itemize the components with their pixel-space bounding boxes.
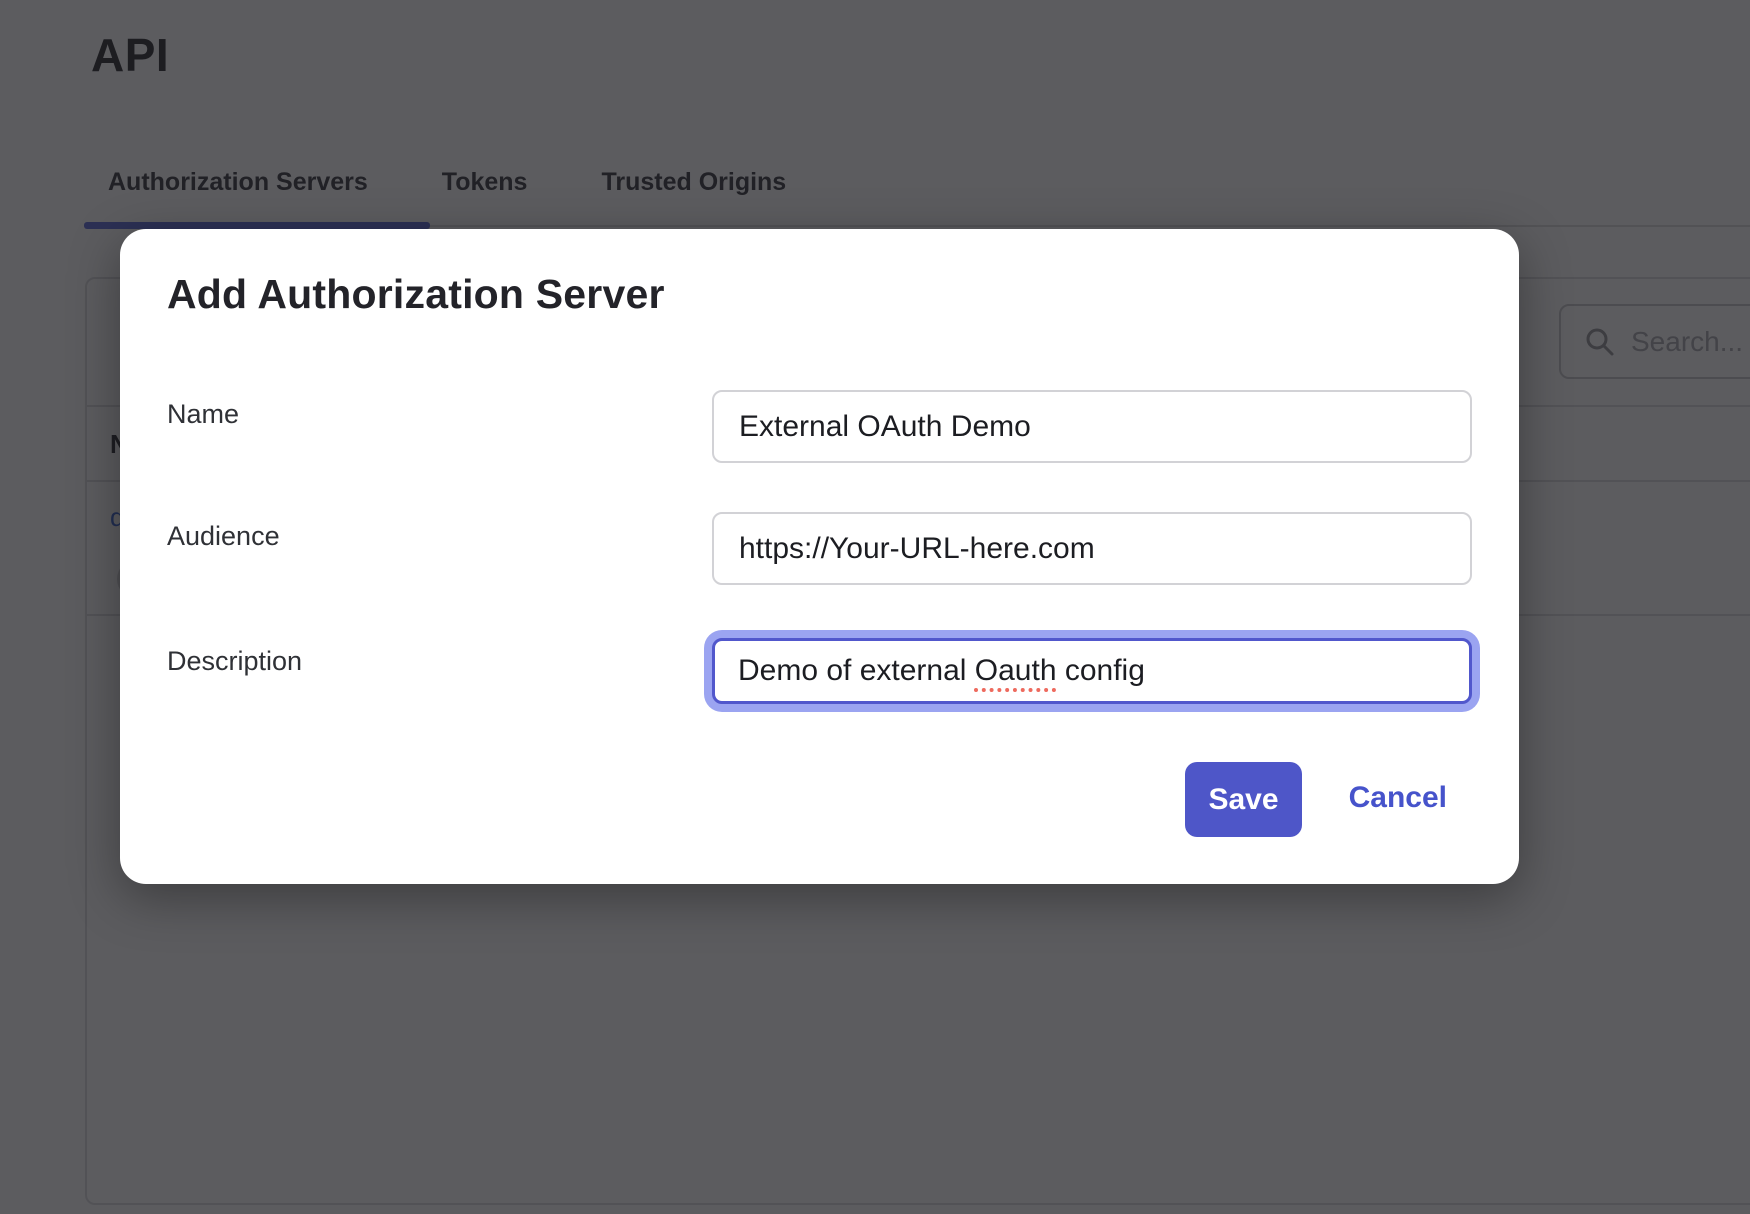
audience-label: Audience <box>167 512 712 585</box>
description-text-prefix: Demo of external <box>738 654 975 688</box>
cancel-button[interactable]: Cancel <box>1349 781 1447 815</box>
description-field-row: Description Demo of external Oauth confi… <box>167 637 1472 704</box>
description-input[interactable]: Demo of external Oauth config <box>712 638 1472 704</box>
audience-input[interactable] <box>712 512 1472 585</box>
misspelled-word: Oauth <box>975 654 1057 688</box>
description-label: Description <box>167 637 712 704</box>
modal-title: Add Authorization Server <box>167 271 665 318</box>
description-text-suffix: config <box>1057 654 1145 688</box>
name-label: Name <box>167 390 712 463</box>
audience-field-row: Audience <box>167 512 1472 585</box>
add-authorization-server-modal: Add Authorization Server Name Audience D… <box>120 229 1519 884</box>
name-field-row: Name <box>167 390 1472 463</box>
save-button[interactable]: Save <box>1185 762 1302 837</box>
name-input[interactable] <box>712 390 1472 463</box>
